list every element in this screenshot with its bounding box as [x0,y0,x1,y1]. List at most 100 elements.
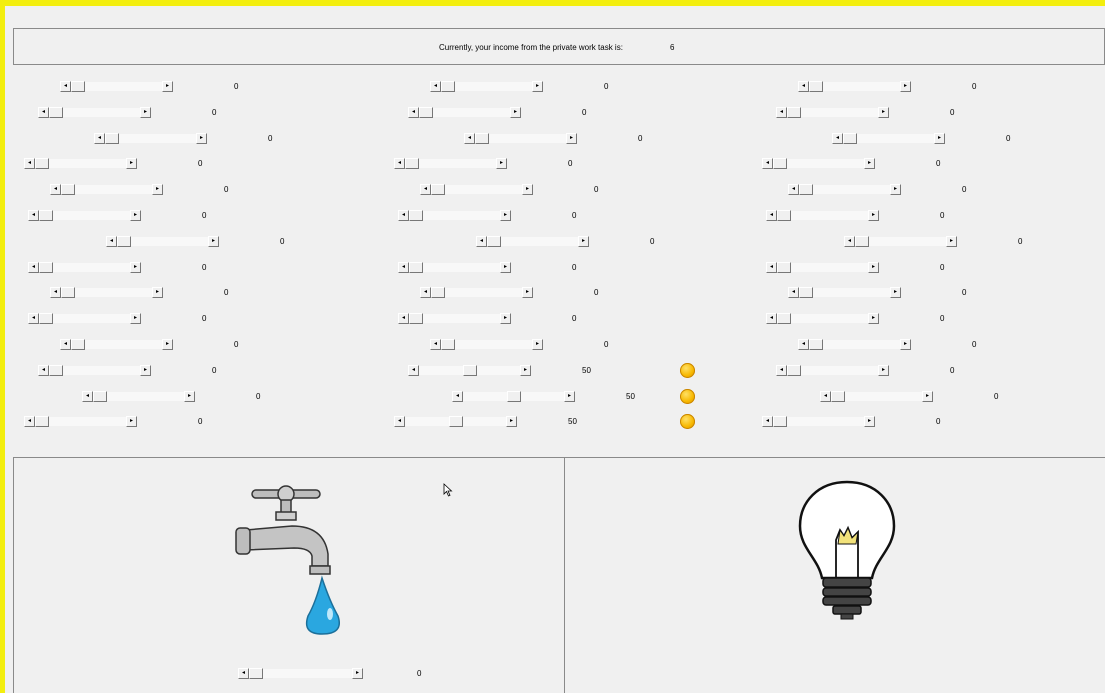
allocation-slider[interactable]: ◂ ▸ [776,107,890,118]
slider-thumb[interactable] [49,107,63,118]
slider-increment-button[interactable]: ▸ [922,391,933,402]
slider-increment-button[interactable]: ▸ [900,339,911,350]
slider-decrement-button[interactable]: ◂ [82,391,93,402]
slider-thumb[interactable] [39,262,53,273]
slider-thumb[interactable] [49,365,63,376]
slider-decrement-button[interactable]: ◂ [94,133,105,144]
slider-decrement-button[interactable]: ◂ [788,184,799,195]
allocation-slider[interactable]: ◂ ▸ [394,158,508,169]
allocation-slider[interactable]: ◂ ▸ [24,158,138,169]
slider-increment-button[interactable]: ▸ [520,365,531,376]
slider-increment-button[interactable]: ▸ [510,107,521,118]
allocation-slider[interactable]: ◂ ▸ [798,81,912,92]
slider-increment-button[interactable]: ▸ [532,81,543,92]
slider-thumb[interactable] [787,107,801,118]
slider-increment-button[interactable]: ▸ [496,158,507,169]
allocation-slider[interactable]: ◂ ▸ [408,365,532,376]
slider-decrement-button[interactable]: ◂ [762,416,773,427]
slider-thumb[interactable] [475,133,489,144]
slider-decrement-button[interactable]: ◂ [28,313,39,324]
slider-increment-button[interactable]: ▸ [578,236,589,247]
slider-thumb[interactable] [799,287,813,298]
slider-increment-button[interactable]: ▸ [522,184,533,195]
slider-thumb[interactable] [39,313,53,324]
slider-decrement-button[interactable]: ◂ [408,365,419,376]
allocation-slider[interactable]: ◂ ▸ [420,184,534,195]
allocation-slider[interactable]: ◂ ▸ [398,210,512,221]
slider-thumb[interactable] [441,81,455,92]
slider-thumb[interactable] [777,262,791,273]
allocation-slider[interactable]: ◂ ▸ [788,184,902,195]
slider-thumb[interactable] [71,339,85,350]
allocation-slider[interactable]: ◂ ▸ [398,262,512,273]
allocation-slider[interactable]: ◂ ▸ [60,81,174,92]
slider-decrement-button[interactable]: ◂ [762,158,773,169]
slider-increment-button[interactable]: ▸ [900,81,911,92]
slider-thumb[interactable] [777,313,791,324]
slider-thumb[interactable] [431,184,445,195]
slider-thumb[interactable] [409,262,423,273]
slider-thumb[interactable] [487,236,501,247]
slider-thumb[interactable] [39,210,53,221]
allocation-slider[interactable]: ◂ ▸ [38,107,152,118]
slider-decrement-button[interactable]: ◂ [398,210,409,221]
slider-thumb[interactable] [799,184,813,195]
slider-increment-button[interactable]: ▸ [140,107,151,118]
slider-decrement-button[interactable]: ◂ [464,133,475,144]
allocation-slider[interactable]: ◂ ▸ [464,133,578,144]
slider-decrement-button[interactable]: ◂ [844,236,855,247]
slider-thumb[interactable] [777,210,791,221]
slider-increment-button[interactable]: ▸ [152,287,163,298]
slider-decrement-button[interactable]: ◂ [408,107,419,118]
slider-increment-button[interactable]: ▸ [878,365,889,376]
slider-increment-button[interactable]: ▸ [196,133,207,144]
slider-thumb[interactable] [431,287,445,298]
slider-thumb[interactable] [843,133,857,144]
slider-increment-button[interactable]: ▸ [140,365,151,376]
slider-thumb[interactable] [71,81,85,92]
slider-decrement-button[interactable]: ◂ [28,262,39,273]
slider-increment-button[interactable]: ▸ [946,236,957,247]
allocation-slider[interactable]: ◂ ▸ [82,391,196,402]
slider-decrement-button[interactable]: ◂ [798,81,809,92]
allocation-slider[interactable]: ◂ ▸ [832,133,946,144]
slider-thumb[interactable] [117,236,131,247]
slider-increment-button[interactable]: ▸ [500,210,511,221]
slider-increment-button[interactable]: ▸ [934,133,945,144]
allocation-slider[interactable]: ◂ ▸ [430,81,544,92]
slider-thumb[interactable] [419,107,433,118]
slider-decrement-button[interactable]: ◂ [766,262,777,273]
slider-decrement-button[interactable]: ◂ [776,365,787,376]
allocation-slider[interactable]: ◂ ▸ [766,313,880,324]
allocation-slider[interactable]: ◂ ▸ [94,133,208,144]
allocation-slider[interactable]: ◂ ▸ [408,107,522,118]
allocation-slider[interactable]: ◂ ▸ [106,236,220,247]
slider-thumb[interactable] [773,416,787,427]
slider-decrement-button[interactable]: ◂ [430,81,441,92]
slider-increment-button[interactable]: ▸ [208,236,219,247]
allocation-slider[interactable]: ◂ ▸ [776,365,890,376]
slider-increment-button[interactable]: ▸ [890,184,901,195]
allocation-slider[interactable]: ◂ ▸ [798,339,912,350]
slider-decrement-button[interactable]: ◂ [60,81,71,92]
slider-decrement-button[interactable]: ◂ [106,236,117,247]
slider-increment-button[interactable]: ▸ [130,262,141,273]
slider-increment-button[interactable]: ▸ [566,133,577,144]
slider-increment-button[interactable]: ▸ [564,391,575,402]
slider-increment-button[interactable]: ▸ [500,262,511,273]
slider-increment-button[interactable]: ▸ [126,158,137,169]
allocation-slider[interactable]: ◂ ▸ [420,287,534,298]
slider-decrement-button[interactable]: ◂ [50,184,61,195]
allocation-slider[interactable]: ◂ ▸ [452,391,576,402]
slider-decrement-button[interactable]: ◂ [832,133,843,144]
slider-decrement-button[interactable]: ◂ [430,339,441,350]
slider-thumb[interactable] [809,81,823,92]
slider-increment-button[interactable]: ▸ [868,262,879,273]
slider-decrement-button[interactable]: ◂ [38,365,49,376]
slider-decrement-button[interactable]: ◂ [788,287,799,298]
slider-increment-button[interactable]: ▸ [864,158,875,169]
slider-thumb[interactable] [506,391,521,402]
allocation-slider[interactable]: ◂ ▸ [820,391,934,402]
slider-decrement-button[interactable]: ◂ [766,313,777,324]
slider-decrement-button[interactable]: ◂ [776,107,787,118]
